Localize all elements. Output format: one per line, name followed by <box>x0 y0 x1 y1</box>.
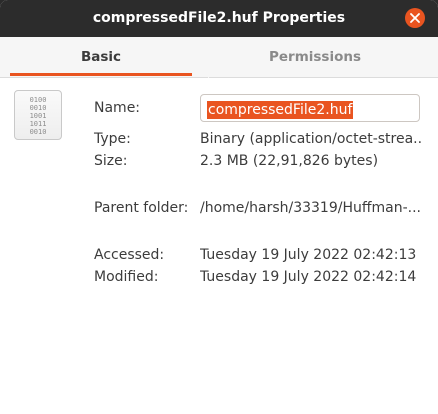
close-icon <box>410 13 420 23</box>
svg-text:0010: 0010 <box>30 104 47 112</box>
name-input-value: compressedFile2.huf <box>207 101 354 119</box>
name-label: Name: <box>94 100 141 116</box>
modified-value: Tuesday 19 July 2022 02:42:14 PM <box>200 269 422 285</box>
parent-folder-value[interactable]: /home/harsh/33319/Huffman-... <box>200 200 422 216</box>
parent-folder-label: Parent folder: <box>94 200 189 216</box>
tab-basic[interactable]: Basic <box>10 37 192 78</box>
window-title: compressedFile2.huf Properties <box>92 10 346 26</box>
title-bar[interactable]: compressedFile2.huf Properties <box>0 0 438 37</box>
binary-file-icon: 0100 0010 1001 1011 0010 <box>14 90 62 140</box>
accessed-label: Accessed: <box>94 247 165 263</box>
modified-label: Modified: <box>94 269 159 285</box>
svg-text:1001: 1001 <box>30 112 47 120</box>
basic-panel: 0100 0010 1001 1011 0010 Name: compresse… <box>0 78 438 414</box>
accessed-value: Tuesday 19 July 2022 02:42:13 PM <box>200 247 422 263</box>
tab-divider <box>208 37 209 78</box>
tab-bar: Basic Permissions <box>0 37 438 78</box>
svg-text:0010: 0010 <box>30 128 47 136</box>
close-button[interactable] <box>405 8 425 28</box>
properties-dialog: compressedFile2.huf Properties Basic Per… <box>0 0 438 414</box>
svg-text:1011: 1011 <box>30 120 47 128</box>
type-label: Type: <box>94 131 131 147</box>
type-value: Binary (application/octet-strea... <box>200 131 422 147</box>
size-label: Size: <box>94 153 128 169</box>
tab-permissions[interactable]: Permissions <box>225 37 405 78</box>
svg-text:0100: 0100 <box>30 96 47 104</box>
size-value: 2.3 MB (22,91,826 bytes) <box>200 153 379 169</box>
name-input[interactable]: compressedFile2.huf <box>200 94 420 122</box>
